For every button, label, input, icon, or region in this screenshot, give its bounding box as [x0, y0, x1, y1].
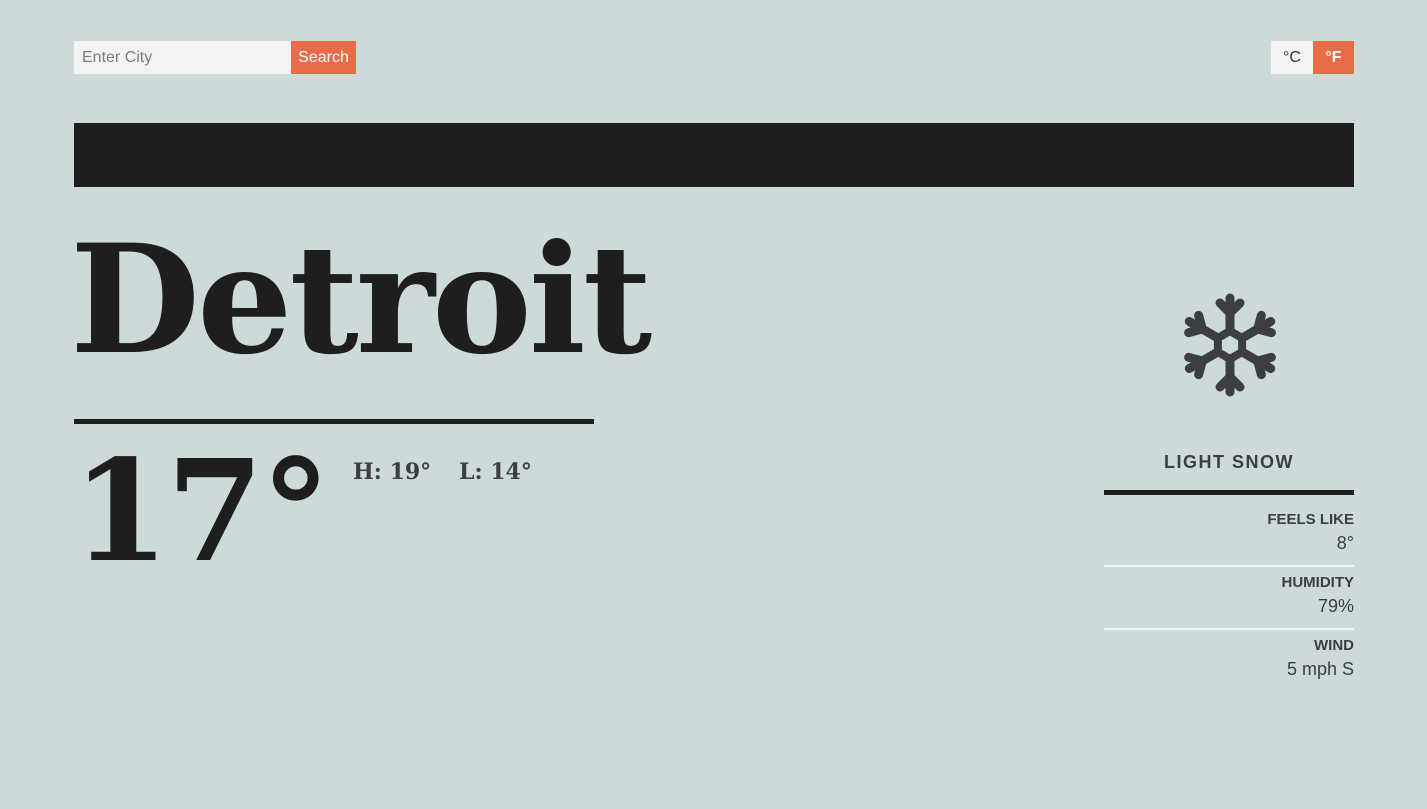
- detail-divider: [1104, 565, 1354, 567]
- detail-wind: WIND 5 mph S: [1104, 636, 1354, 682]
- current-temperature: 17°: [72, 430, 331, 594]
- city-name: Detroit: [70, 212, 652, 388]
- city-divider: [74, 419, 594, 424]
- search-form: Search: [74, 41, 356, 74]
- fahrenheit-button[interactable]: °F: [1313, 41, 1354, 74]
- high-temperature: H: 19°: [353, 459, 432, 485]
- detail-value: 79%: [1317, 596, 1354, 616]
- weather-condition: LIGHT SNOW: [1164, 452, 1294, 472]
- detail-value: 8°: [1336, 533, 1354, 553]
- detail-label: FEELS LIKE: [1267, 511, 1354, 528]
- detail-label: HUMIDITY: [1281, 574, 1355, 591]
- detail-humidity: HUMIDITY 79%: [1104, 573, 1355, 619]
- detail-divider: [1104, 628, 1354, 630]
- detail-feels-like: FEELS LIKE 8°: [1104, 510, 1354, 556]
- header-banner: [74, 123, 1354, 187]
- detail-value: 5 mph S: [1286, 659, 1354, 679]
- low-temperature: L: 14°: [459, 459, 532, 485]
- celsius-button[interactable]: °C: [1271, 41, 1313, 74]
- city-search-input[interactable]: [74, 41, 291, 74]
- condition-divider: [1104, 490, 1354, 495]
- unit-toggle: °C °F: [1271, 41, 1354, 74]
- search-button[interactable]: Search: [291, 41, 356, 74]
- detail-label: WIND: [1314, 637, 1354, 654]
- snowflake-icon: [1178, 293, 1282, 400]
